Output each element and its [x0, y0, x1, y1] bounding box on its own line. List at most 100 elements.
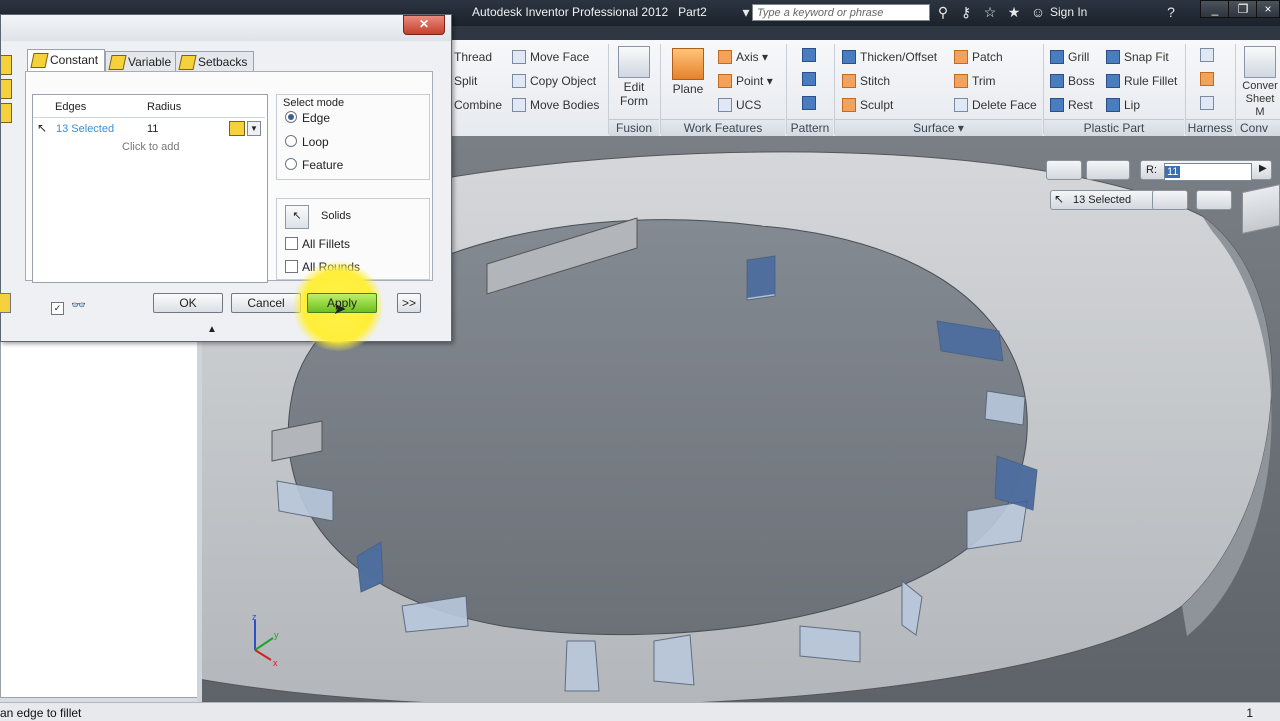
fillet-type-icon[interactable]	[1, 55, 12, 75]
collapse-arrow-icon[interactable]: ▲	[207, 324, 217, 335]
rectangular-pattern-icon	[802, 48, 816, 62]
plane-button[interactable]: Plane	[670, 48, 706, 96]
viewcube[interactable]	[1236, 150, 1280, 270]
rule-fillet-button[interactable]: Rule Fillet	[1106, 74, 1177, 88]
constant-tab-panel: Edges Radius ↖ 13 Selected 11 ▼ Click to…	[25, 71, 433, 283]
preview-checkbox[interactable]: ✓	[51, 302, 64, 315]
rectangular-pattern-button[interactable]	[802, 48, 820, 62]
sculpt-button[interactable]: Sculpt	[842, 98, 893, 112]
boss-button[interactable]: Boss	[1050, 74, 1095, 88]
window-title: Autodesk Inventor Professional 2012 Part2	[462, 5, 707, 19]
move-bodies-icon	[512, 98, 526, 112]
split-button[interactable]: Split	[454, 74, 477, 88]
tab-constant[interactable]: Constant	[27, 49, 106, 71]
key-icon[interactable]: ⚷	[958, 4, 974, 20]
radius-cell[interactable]: 11	[147, 123, 158, 135]
mouse-cursor-icon: ➤	[333, 301, 347, 318]
ok-button[interactable]: OK	[153, 293, 223, 313]
help-icon[interactable]: ?	[1163, 4, 1179, 20]
svg-text:z: z	[252, 612, 257, 622]
close-app-button[interactable]: ×	[1256, 0, 1280, 18]
mode-loop-radio[interactable]: Loop	[285, 135, 329, 149]
delete-face-button[interactable]: Delete Face	[954, 98, 1037, 112]
mode-edge-radio[interactable]: Edge	[285, 111, 330, 125]
harness-button-1[interactable]	[1200, 48, 1218, 62]
variable-icon	[108, 55, 127, 70]
lip-icon	[1106, 98, 1120, 112]
coordinate-triad: z y x	[245, 610, 295, 673]
mode-feature-radio[interactable]: Feature	[285, 158, 343, 172]
point-button[interactable]: Point ▾	[718, 74, 773, 88]
star-icon[interactable]: ☆	[982, 4, 998, 20]
status-count: 1	[1246, 706, 1253, 720]
user-icon[interactable]: ☺	[1030, 4, 1046, 20]
restore-button[interactable]: ❐	[1228, 0, 1258, 18]
search-input[interactable]: Type a keyword or phrase	[752, 4, 930, 21]
options-dropdown[interactable]	[1196, 190, 1232, 210]
axis-button[interactable]: Axis ▾	[718, 50, 768, 64]
circular-pattern-button[interactable]	[802, 72, 820, 86]
thread-button[interactable]: Thread	[454, 50, 492, 64]
select-mode-label: Select mode	[283, 97, 345, 109]
edges-table[interactable]: Edges Radius ↖ 13 Selected 11 ▼ Click to…	[32, 94, 268, 283]
more-options-button[interactable]: >>	[397, 293, 421, 313]
select-arrow-icon[interactable]: ↖	[37, 121, 47, 135]
tab-setbacks[interactable]: Setbacks	[175, 51, 255, 71]
snap-fit-button[interactable]: Snap Fit	[1106, 50, 1169, 64]
lip-button[interactable]: Lip	[1106, 98, 1140, 112]
move-face-icon	[512, 50, 526, 64]
snap-fit-icon	[1106, 50, 1120, 64]
harness-button-2[interactable]	[1200, 72, 1218, 86]
full-round-icon[interactable]	[1, 103, 12, 123]
plane-icon	[672, 48, 704, 80]
favorite-icon[interactable]: ★	[1006, 4, 1022, 20]
radius-controls[interactable]: ▼	[229, 121, 263, 136]
radius-dropdown[interactable]: ▼	[247, 121, 261, 136]
constant-icon	[30, 53, 49, 68]
surface-panel-label[interactable]: Surface ▾	[835, 119, 1042, 137]
thicken-offset-button[interactable]: Thicken/Offset	[842, 50, 937, 64]
cancel-button[interactable]: Cancel	[231, 293, 301, 313]
dialog-close-button[interactable]: ✕	[403, 15, 445, 35]
harness-button-3[interactable]	[1200, 96, 1218, 110]
document-name: Part2	[678, 5, 707, 19]
radius-label: R:	[1146, 164, 1157, 176]
move-bodies-button[interactable]: Move Bodies	[512, 98, 599, 112]
status-bar: an edge to fillet 1	[0, 702, 1280, 721]
thicken-icon	[842, 50, 856, 64]
ribbon-tab-strip	[448, 26, 1280, 40]
dialog-title-bar[interactable]: ✕	[1, 15, 451, 41]
rest-button[interactable]: Rest	[1050, 98, 1093, 112]
binoculars-icon[interactable]: ⚲	[935, 4, 951, 20]
app-title: Autodesk Inventor Professional 2012	[472, 5, 669, 19]
measure-icon[interactable]	[229, 121, 245, 136]
copy-object-button[interactable]: Copy Object	[512, 74, 596, 88]
select-mode-dropdown[interactable]	[1152, 190, 1188, 210]
grill-button[interactable]: Grill	[1050, 50, 1089, 64]
trim-icon	[954, 74, 968, 88]
trim-button[interactable]: Trim	[954, 74, 996, 88]
model-browser[interactable]	[0, 340, 199, 698]
edge-selection-cell[interactable]: 13 Selected	[56, 123, 114, 135]
view-style-dropdown[interactable]	[1046, 160, 1082, 180]
sign-in-link[interactable]: Sign In	[1050, 5, 1087, 19]
solids-select-button[interactable]: ↖	[285, 205, 309, 229]
minimize-button[interactable]: _	[1200, 0, 1230, 18]
help-button[interactable]	[0, 293, 11, 313]
ucs-button[interactable]: UCS	[718, 98, 761, 112]
preview-toggle[interactable]: ✓ 👓	[51, 298, 86, 315]
all-fillets-checkbox[interactable]: All Fillets	[285, 237, 350, 251]
combine-button[interactable]: Combine	[454, 98, 502, 112]
face-fillet-icon[interactable]	[1, 79, 12, 99]
click-to-add-row[interactable]: Click to add	[122, 141, 179, 153]
convert-sheet-metal-button[interactable]: Conver Sheet M	[1240, 46, 1280, 119]
edit-form-button[interactable]: Edit Form	[616, 46, 652, 108]
stitch-button[interactable]: Stitch	[842, 74, 890, 88]
mirror-button[interactable]	[802, 96, 820, 110]
patch-button[interactable]: Patch	[954, 50, 1003, 64]
move-face-button[interactable]: Move Face	[512, 50, 589, 64]
viewcube-face[interactable]	[1242, 183, 1280, 235]
tab-variable[interactable]: Variable	[105, 51, 179, 71]
fillet-tool-dropdown[interactable]	[1086, 160, 1130, 180]
browser-splitter[interactable]	[197, 340, 202, 702]
